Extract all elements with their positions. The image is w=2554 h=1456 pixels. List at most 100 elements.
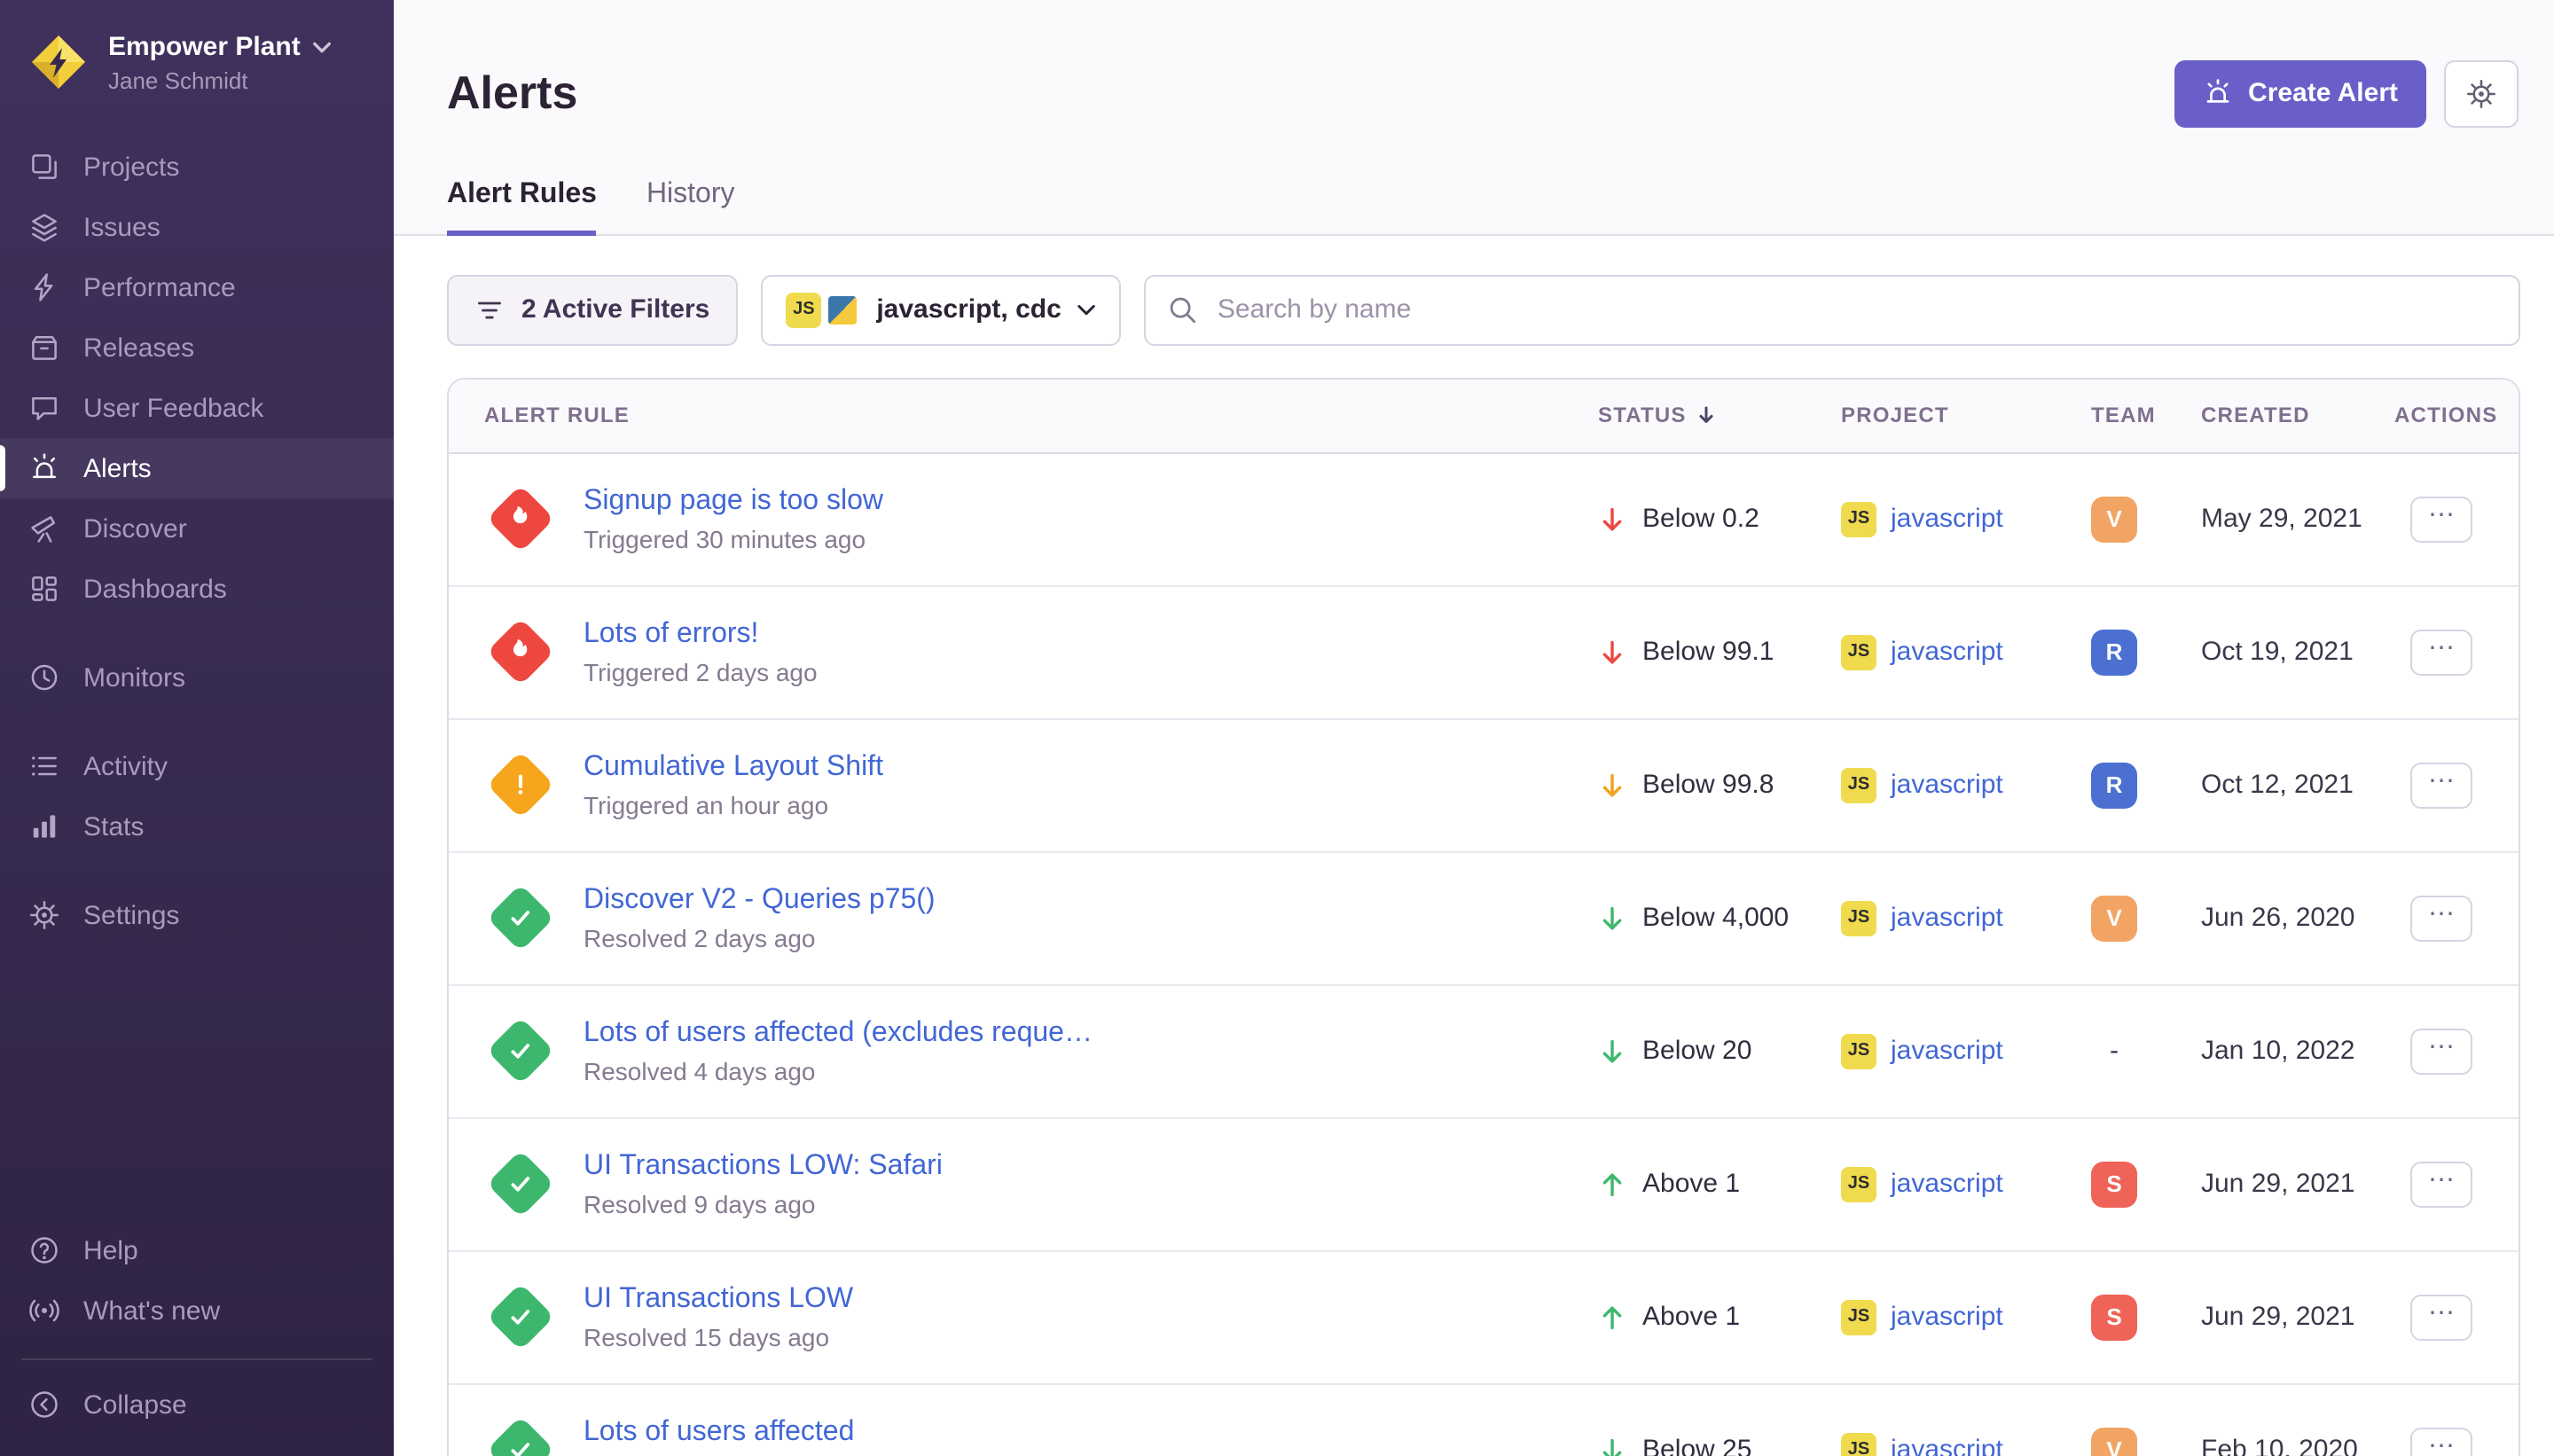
team-avatar[interactable]: V [2091,1428,2137,1456]
sidebar-item-label: Help [83,1235,138,1265]
actions-menu-button[interactable]: ⋯ [2410,630,2472,676]
trend-arrow-icon [1598,771,1626,800]
status-text: Below 0.2 [1642,505,1759,535]
team-avatar[interactable]: V [2091,896,2137,942]
actions-menu-button[interactable]: ⋯ [2410,1029,2472,1075]
javascript-platform-icon: JS [786,293,821,328]
sidebar-item-help[interactable]: Help [0,1220,394,1280]
org-name: Empower Plant [108,32,301,62]
status-text: Below 99.1 [1642,638,1774,668]
actions-menu-button[interactable]: ⋯ [2410,896,2472,942]
sidebar-item-label: User Feedback [83,393,263,423]
team-avatar[interactable]: S [2091,1162,2137,1208]
sidebar-item-monitors[interactable]: Monitors [0,647,394,708]
sidebar-nav-primary: Projects Issues Performance Releases Use… [0,137,394,619]
alert-rule-link[interactable]: Discover V2 - Queries p75() [584,885,936,917]
sidebar-item-stats[interactable]: Stats [0,796,394,857]
actions-menu-button[interactable]: ⋯ [2410,1162,2472,1208]
alert-rule-subtitle: Triggered an hour ago [584,791,883,819]
actions-menu-button[interactable]: ⋯ [2410,1295,2472,1341]
trend-arrow-icon [1598,638,1626,667]
team-cell: V [2091,1428,2201,1456]
alert-rule-subtitle: Resolved 4 days ago [584,1057,1093,1085]
table-row: UI Transactions LOW: Safari Resolved 9 d… [449,1119,2519,1252]
created-date: Feb 10, 2020 [2201,1436,2394,1456]
tab-history[interactable]: History [646,179,735,236]
sidebar-item-projects[interactable]: Projects [0,137,394,197]
project-cell: JS javascript [1841,1300,2091,1335]
alert-rule-link[interactable]: Cumulative Layout Shift [584,752,883,784]
alert-rule-link[interactable]: Lots of users affected [584,1417,854,1449]
project-cell: JS javascript [1841,635,2091,670]
created-date: Jan 10, 2022 [2201,1037,2394,1067]
alert-status-icon [484,883,555,954]
sidebar-item-collapse[interactable]: Collapse [21,1374,372,1435]
projects-icon [28,151,60,183]
javascript-platform-icon: JS [1841,635,1876,670]
team-avatar[interactable]: R [2091,763,2137,809]
sidebar-item-performance[interactable]: Performance [0,257,394,317]
team-cell: - [2091,1029,2201,1075]
alert-settings-button[interactable] [2444,60,2519,128]
sidebar-item-alerts[interactable]: Alerts [0,438,394,498]
project-link[interactable]: javascript [1891,1170,2003,1200]
alert-rule-link[interactable]: UI Transactions LOW [584,1284,853,1316]
project-link[interactable]: javascript [1891,771,2003,801]
alert-rule-subtitle: Triggered 2 days ago [584,658,818,686]
team-avatar[interactable]: - [2091,1029,2137,1075]
table-row: Lots of errors! Triggered 2 days ago Bel… [449,587,2519,720]
sidebar-item-whats-new[interactable]: What's new [0,1280,394,1341]
sidebar-item-settings[interactable]: Settings [0,885,394,945]
sidebar-item-label: Settings [83,900,179,930]
alert-status-icon [484,1415,555,1456]
alert-rule-subtitle: Resolved 15 days ago [584,1323,853,1351]
project-link[interactable]: javascript [1891,904,2003,934]
project-link[interactable]: javascript [1891,1303,2003,1333]
discover-icon [28,513,60,544]
project-link[interactable]: javascript [1891,638,2003,668]
javascript-platform-icon: JS [1841,901,1876,936]
created-date: Jun 26, 2020 [2201,904,2394,934]
project-link[interactable]: javascript [1891,1037,2003,1067]
status-cell: Below 99.8 [1598,771,1841,801]
actions-menu-button[interactable]: ⋯ [2410,497,2472,543]
column-header-status[interactable]: Status [1598,403,1841,428]
tab-alert-rules[interactable]: Alert Rules [447,179,597,236]
sidebar-item-discover[interactable]: Discover [0,498,394,559]
team-cell: R [2091,630,2201,676]
sidebar-item-releases[interactable]: Releases [0,317,394,378]
status-cell: Below 25 [1598,1436,1841,1456]
app-root: Empower Plant Jane Schmidt Projects Issu… [0,0,2554,1456]
project-selector[interactable]: JS javascript, cdc [761,275,1121,346]
team-cell: V [2091,896,2201,942]
created-date: Oct 12, 2021 [2201,771,2394,801]
alert-rule-link[interactable]: Lots of users affected (excludes reque… [584,1018,1093,1050]
team-avatar[interactable]: V [2091,497,2137,543]
sidebar-item-activity[interactable]: Activity [0,736,394,796]
team-avatar[interactable]: S [2091,1295,2137,1341]
actions-menu-button[interactable]: ⋯ [2410,1428,2472,1456]
create-alert-button[interactable]: Create Alert [2174,60,2426,128]
search-container [1145,275,2520,346]
status-cell: Below 4,000 [1598,904,1841,934]
team-avatar[interactable]: R [2091,630,2137,676]
project-link[interactable]: javascript [1891,505,2003,535]
trend-arrow-icon [1598,1037,1626,1066]
column-header-created: Created [2201,403,2394,428]
project-link[interactable]: javascript [1891,1436,2003,1456]
alert-rule-link[interactable]: Lots of errors! [584,619,818,651]
active-filters-button[interactable]: 2 Active Filters [447,275,738,346]
search-input[interactable] [1145,275,2520,346]
sidebar-item-user-feedback[interactable]: User Feedback [0,378,394,438]
sidebar-item-label: What's new [83,1296,220,1326]
sidebar-item-dashboards[interactable]: Dashboards [0,559,394,619]
alert-rule-link[interactable]: UI Transactions LOW: Safari [584,1151,943,1183]
help-icon [28,1234,60,1266]
org-switcher[interactable]: Empower Plant Jane Schmidt [0,25,394,101]
alert-rule-link[interactable]: Signup page is too slow [584,486,883,518]
column-header-alert-rule: Alert Rule [449,403,1598,428]
alert-rule-subtitle: Resolved 2 days ago [584,924,936,952]
actions-menu-button[interactable]: ⋯ [2410,763,2472,809]
gear-icon [2465,78,2497,110]
sidebar-item-issues[interactable]: Issues [0,197,394,257]
